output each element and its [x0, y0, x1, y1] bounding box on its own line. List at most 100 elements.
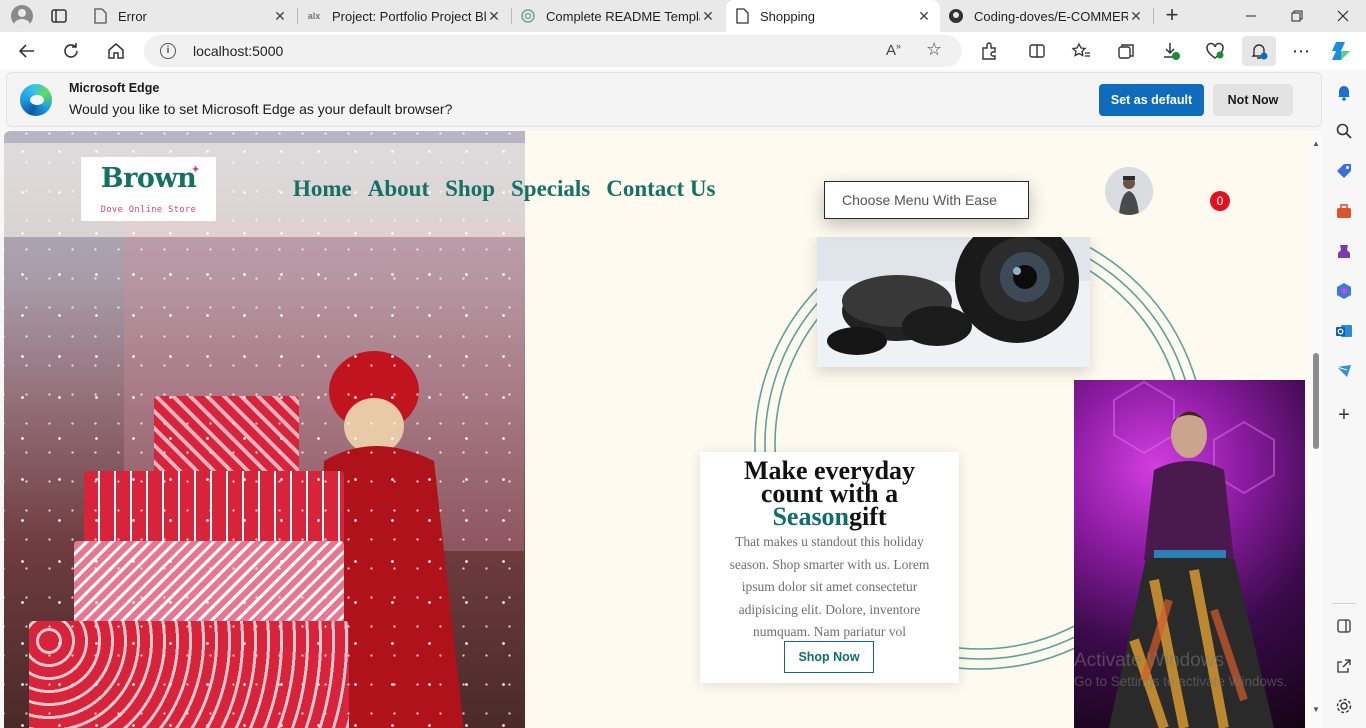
openai-icon	[520, 8, 536, 24]
profile-icon	[11, 5, 33, 27]
tab-shopping[interactable]: Shopping ✕	[726, 0, 940, 32]
outlook-icon[interactable]	[1334, 321, 1354, 341]
promo-description: That makes u standout this holiday seaso…	[729, 534, 930, 639]
shop-now-button[interactable]: Shop Now	[784, 641, 874, 673]
sidebar-divider	[1332, 603, 1356, 604]
site-logo[interactable]: Brown ✦ Dove Online Store	[81, 157, 216, 221]
tab-github[interactable]: Coding-doves/E-COMMERC ✕	[940, 0, 1152, 32]
scrollbar-thumb[interactable]	[1313, 353, 1319, 449]
more-options-icon[interactable]: ⋯	[1288, 38, 1314, 64]
split-screen-icon[interactable]	[1024, 38, 1050, 64]
home-icon[interactable]	[103, 38, 129, 64]
promo-title: Make everyday count with a Seasongift	[700, 458, 959, 531]
minimize-button[interactable]	[1228, 0, 1274, 32]
tab-strip: Error ✕ alx Project: Portfolio Project B…	[0, 0, 1366, 32]
nav-about[interactable]: About	[368, 176, 429, 202]
site-info-icon[interactable]: i	[160, 43, 176, 59]
tab-divider	[1153, 8, 1154, 24]
alx-icon: alx	[307, 11, 321, 21]
page-icon	[734, 8, 750, 24]
bell-icon[interactable]	[1334, 82, 1354, 102]
microsoft-365-icon[interactable]	[1334, 281, 1354, 301]
tab-portfolio[interactable]: alx Project: Portfolio Project Blo ✕	[298, 0, 510, 32]
tab-title: Project: Portfolio Project Blo	[332, 8, 486, 24]
tab-title: Complete README Templat	[546, 8, 700, 24]
back-icon[interactable]	[14, 38, 40, 64]
cart-count-badge[interactable]: 0	[1210, 191, 1230, 211]
infobar-title: Microsoft Edge	[69, 81, 160, 95]
main-nav: Home About Shop Specials Contact Us	[293, 176, 731, 202]
notifications-icon[interactable]	[1242, 36, 1276, 66]
shop-page: Make everyday count with a Seasongift Th…	[4, 131, 1310, 728]
not-now-button[interactable]: Not Now	[1213, 84, 1293, 116]
refresh-icon[interactable]	[58, 38, 84, 64]
promo-title-accent: Season	[772, 502, 850, 531]
downloads-icon[interactable]	[1158, 38, 1184, 64]
profile-button[interactable]	[8, 3, 36, 29]
watermark-subtitle: Go to Settings to activate Windows.	[1074, 674, 1288, 689]
tab-readme[interactable]: Complete README Templat ✕	[512, 0, 724, 32]
page-viewport: Make everyday count with a Seasongift Th…	[4, 131, 1322, 728]
copilot-icon[interactable]	[1330, 38, 1356, 64]
page-icon	[92, 8, 108, 24]
infobar-message: Would you like to set Microsoft Edge as …	[69, 101, 453, 117]
edge-logo-icon	[20, 84, 52, 116]
camera-lens-image	[817, 231, 1090, 367]
search-icon[interactable]	[1334, 121, 1354, 141]
logo-tagline: Dove Online Store	[100, 205, 197, 215]
nav-shop[interactable]: Shop	[445, 176, 495, 202]
nav-specials[interactable]: Specials	[511, 176, 590, 202]
set-as-default-button[interactable]: Set as default	[1099, 84, 1204, 116]
favorites-icon[interactable]	[1068, 38, 1094, 64]
tab-title: Shopping	[760, 8, 815, 24]
browser-toolbar: i localhost:5000 A» ☆ ⋯	[0, 32, 1366, 70]
address-url[interactable]: localhost:5000	[193, 43, 283, 59]
shopping-tag-icon[interactable]	[1334, 161, 1354, 181]
close-icon[interactable]: ✕	[1128, 8, 1144, 25]
add-sidebar-app-icon[interactable]: +	[1334, 404, 1354, 426]
promo-card: Make everyday count with a Seasongift Th…	[700, 452, 959, 683]
close-icon	[1337, 10, 1349, 22]
watermark-title: Activate Windows	[1074, 650, 1224, 671]
site-header: Brown ✦ Dove Online Store Home About Sho…	[4, 143, 1308, 237]
default-browser-infobar: Microsoft Edge Would you like to set Mic…	[6, 72, 1322, 127]
nav-contact[interactable]: Contact Us	[606, 176, 715, 202]
games-icon[interactable]	[1334, 241, 1354, 261]
close-window-button[interactable]	[1320, 0, 1366, 32]
close-icon[interactable]: ✕	[700, 8, 716, 25]
nav-home[interactable]: Home	[293, 176, 352, 202]
settings-icon[interactable]	[1334, 696, 1354, 716]
collections-icon[interactable]	[1113, 38, 1139, 64]
minimize-icon	[1246, 15, 1256, 17]
scroll-down-icon[interactable]: ▼	[1312, 705, 1320, 714]
external-link-icon[interactable]	[1334, 656, 1354, 676]
favorite-star-icon[interactable]: ☆	[926, 39, 942, 60]
address-bar[interactable]: i localhost:5000 A» ☆	[144, 35, 962, 67]
tab-title: Error	[118, 8, 147, 24]
read-aloud-icon[interactable]: A»	[886, 41, 901, 59]
hide-sidebar-icon[interactable]	[1334, 616, 1354, 636]
browser-essentials-icon[interactable]	[1202, 38, 1228, 64]
scroll-up-icon[interactable]: ▲	[1312, 139, 1320, 148]
promo-title-end: gift	[849, 502, 887, 531]
github-icon	[948, 8, 964, 24]
close-icon[interactable]: ✕	[486, 8, 502, 25]
extensions-icon[interactable]	[976, 38, 1002, 64]
tab-actions-icon[interactable]	[48, 6, 70, 26]
close-icon[interactable]: ✕	[272, 8, 288, 25]
close-icon[interactable]: ✕	[916, 8, 932, 25]
tab-title: Coding-doves/E-COMMERC	[974, 8, 1128, 24]
sparkle-icon: ✦	[191, 164, 201, 176]
page-scrollbar[interactable]: ▲ ▼	[1310, 131, 1322, 728]
restore-icon	[1291, 10, 1303, 22]
restore-button[interactable]	[1274, 0, 1320, 32]
tools-icon[interactable]	[1334, 201, 1354, 221]
choose-menu-input[interactable]: Choose Menu With Ease	[824, 181, 1029, 219]
windows-activation-watermark: Activate Windows Go to Settings to activ…	[1074, 650, 1287, 689]
edge-sidebar: +	[1322, 70, 1366, 728]
tab-error[interactable]: Error ✕	[84, 0, 296, 32]
promo-title-line: Seasongift	[700, 502, 959, 531]
avatar[interactable]	[1105, 167, 1153, 215]
new-tab-button[interactable]: +	[1160, 4, 1184, 28]
drop-icon[interactable]	[1334, 361, 1354, 381]
